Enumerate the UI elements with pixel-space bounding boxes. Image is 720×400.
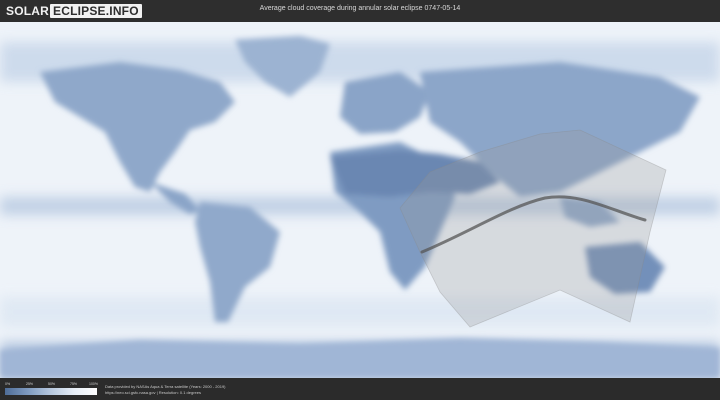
credits-line-2[interactable]: https://neo.sci.gsfc.nasa.gov | Resoluti… bbox=[105, 390, 226, 396]
credits-line-1: Data provided by NASAs Aqua & Terra sate… bbox=[105, 384, 226, 389]
cloud-legend: 0% 25% 50% 75% 100% bbox=[5, 382, 98, 398]
legend-tick: 0% bbox=[5, 382, 11, 386]
legend-tick: 50% bbox=[48, 382, 56, 386]
page-title: Average cloud coverage during annular so… bbox=[259, 5, 461, 12]
footer-bar: 0% 25% 50% 75% 100% Data provided by NAS… bbox=[0, 378, 720, 400]
continent-antarctica bbox=[0, 338, 720, 378]
world-cloud-map[interactable] bbox=[0, 22, 720, 378]
legend-gradient-bar bbox=[5, 388, 97, 395]
map-canvas bbox=[0, 22, 720, 378]
data-credits: Data provided by NASAs Aqua & Terra sate… bbox=[105, 384, 226, 395]
legend-tick: 25% bbox=[26, 382, 34, 386]
legend-tick: 100% bbox=[89, 382, 98, 386]
header-bar: SOLAR ECLIPSE.INFO Average cloud coverag… bbox=[0, 0, 720, 22]
legend-ticks: 0% 25% 50% 75% 100% bbox=[5, 382, 98, 387]
legend-tick: 75% bbox=[70, 382, 78, 386]
